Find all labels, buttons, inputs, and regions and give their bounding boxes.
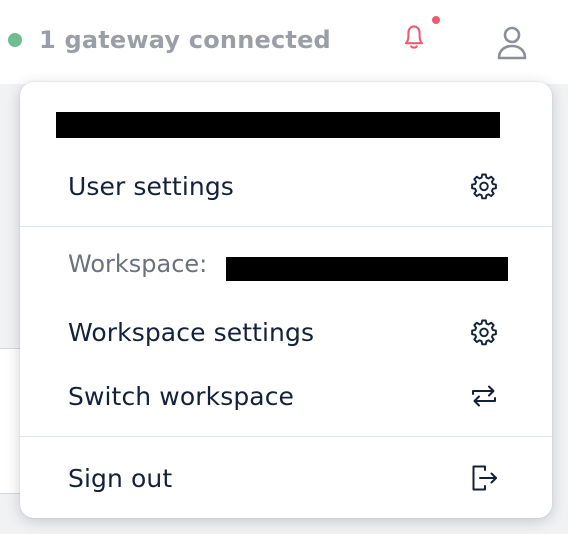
sign-out-item[interactable]: Sign out [68,458,500,498]
switch-workspace-item[interactable]: Switch workspace [68,376,500,416]
sign-out-label: Sign out [68,463,173,493]
sign-out-icon [472,465,497,491]
gateway-status: 1 gateway connected [8,26,331,54]
bell-icon[interactable] [398,20,438,60]
account-menu: User settings Workspace: Workspace setti… [20,82,552,518]
user-settings-item[interactable]: User settings [68,166,500,206]
workspace-settings-item[interactable]: Workspace settings [68,312,500,352]
gateway-status-text: 1 gateway connected [39,26,331,54]
top-bar: 1 gateway connected [0,0,568,84]
user-icon[interactable] [494,24,530,62]
workspace-label: Workspace: [68,250,208,278]
redacted-workspace-name [226,257,508,281]
swap-arrows-icon [472,385,496,407]
redacted-email [56,112,500,138]
notification-dot-icon [432,16,440,24]
workspace-settings-label: Workspace settings [68,317,315,347]
menu-divider [20,436,552,437]
user-settings-label: User settings [68,171,234,201]
gear-icon [471,173,497,200]
switch-workspace-label: Switch workspace [68,381,295,411]
gear-icon [471,319,497,346]
menu-divider [20,226,552,227]
status-dot-icon [8,33,22,47]
